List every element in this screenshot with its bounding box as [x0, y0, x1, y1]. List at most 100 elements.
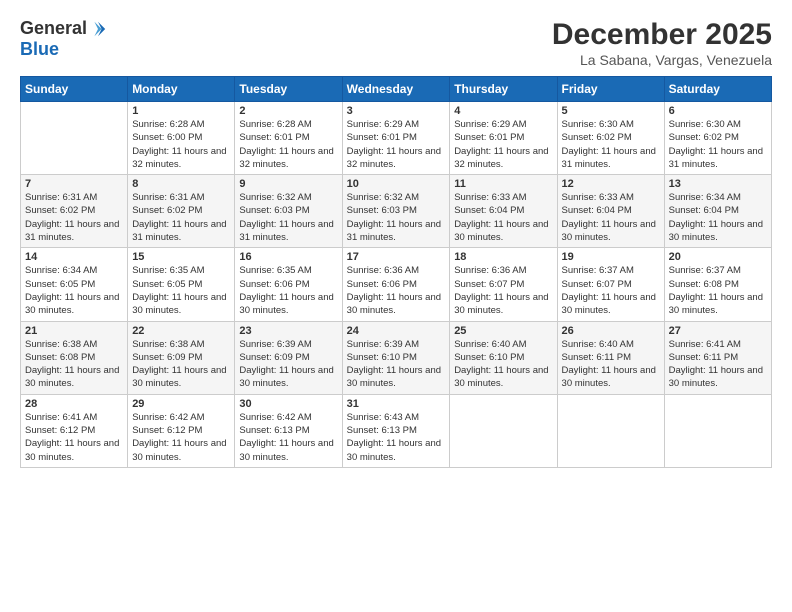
calendar-header-row: SundayMondayTuesdayWednesdayThursdayFrid…: [21, 77, 772, 102]
calendar-cell: [21, 102, 128, 175]
day-number: 4: [454, 105, 552, 117]
calendar-cell: 19Sunrise: 6:37 AM Sunset: 6:07 PM Dayli…: [557, 248, 664, 321]
day-info: Sunrise: 6:41 AM Sunset: 6:12 PM Dayligh…: [25, 411, 123, 464]
calendar-week-5: 28Sunrise: 6:41 AM Sunset: 6:12 PM Dayli…: [21, 394, 772, 467]
day-number: 16: [239, 251, 337, 263]
day-number: 14: [25, 251, 123, 263]
calendar-week-1: 1Sunrise: 6:28 AM Sunset: 6:00 PM Daylig…: [21, 102, 772, 175]
calendar-cell: [557, 394, 664, 467]
day-header-friday: Friday: [557, 77, 664, 102]
day-number: 13: [669, 178, 767, 190]
day-number: 6: [669, 105, 767, 117]
title-section: December 2025 La Sabana, Vargas, Venezue…: [552, 18, 772, 68]
calendar-cell: 14Sunrise: 6:34 AM Sunset: 6:05 PM Dayli…: [21, 248, 128, 321]
day-number: 1: [132, 105, 230, 117]
day-number: 2: [239, 105, 337, 117]
logo-icon: [89, 20, 107, 38]
calendar-cell: 25Sunrise: 6:40 AM Sunset: 6:10 PM Dayli…: [450, 321, 557, 394]
logo: General Blue: [20, 18, 107, 60]
day-number: 28: [25, 398, 123, 410]
calendar-cell: 9Sunrise: 6:32 AM Sunset: 6:03 PM Daylig…: [235, 175, 342, 248]
day-number: 5: [562, 105, 660, 117]
calendar-cell: 20Sunrise: 6:37 AM Sunset: 6:08 PM Dayli…: [664, 248, 771, 321]
calendar-cell: 12Sunrise: 6:33 AM Sunset: 6:04 PM Dayli…: [557, 175, 664, 248]
day-info: Sunrise: 6:36 AM Sunset: 6:06 PM Dayligh…: [347, 264, 446, 317]
calendar-cell: 28Sunrise: 6:41 AM Sunset: 6:12 PM Dayli…: [21, 394, 128, 467]
day-info: Sunrise: 6:37 AM Sunset: 6:07 PM Dayligh…: [562, 264, 660, 317]
day-info: Sunrise: 6:41 AM Sunset: 6:11 PM Dayligh…: [669, 338, 767, 391]
day-info: Sunrise: 6:40 AM Sunset: 6:11 PM Dayligh…: [562, 338, 660, 391]
calendar-cell: 7Sunrise: 6:31 AM Sunset: 6:02 PM Daylig…: [21, 175, 128, 248]
day-number: 15: [132, 251, 230, 263]
day-info: Sunrise: 6:34 AM Sunset: 6:04 PM Dayligh…: [669, 191, 767, 244]
day-info: Sunrise: 6:28 AM Sunset: 6:00 PM Dayligh…: [132, 118, 230, 171]
calendar-cell: 10Sunrise: 6:32 AM Sunset: 6:03 PM Dayli…: [342, 175, 450, 248]
calendar-cell: 26Sunrise: 6:40 AM Sunset: 6:11 PM Dayli…: [557, 321, 664, 394]
day-number: 22: [132, 325, 230, 337]
calendar-cell: 8Sunrise: 6:31 AM Sunset: 6:02 PM Daylig…: [128, 175, 235, 248]
day-number: 20: [669, 251, 767, 263]
day-info: Sunrise: 6:42 AM Sunset: 6:12 PM Dayligh…: [132, 411, 230, 464]
day-info: Sunrise: 6:37 AM Sunset: 6:08 PM Dayligh…: [669, 264, 767, 317]
calendar-cell: [450, 394, 557, 467]
day-info: Sunrise: 6:29 AM Sunset: 6:01 PM Dayligh…: [347, 118, 446, 171]
calendar-week-2: 7Sunrise: 6:31 AM Sunset: 6:02 PM Daylig…: [21, 175, 772, 248]
calendar-week-4: 21Sunrise: 6:38 AM Sunset: 6:08 PM Dayli…: [21, 321, 772, 394]
day-number: 24: [347, 325, 446, 337]
day-info: Sunrise: 6:32 AM Sunset: 6:03 PM Dayligh…: [239, 191, 337, 244]
calendar-cell: 6Sunrise: 6:30 AM Sunset: 6:02 PM Daylig…: [664, 102, 771, 175]
calendar-cell: 30Sunrise: 6:42 AM Sunset: 6:13 PM Dayli…: [235, 394, 342, 467]
day-header-monday: Monday: [128, 77, 235, 102]
day-header-saturday: Saturday: [664, 77, 771, 102]
calendar-cell: 21Sunrise: 6:38 AM Sunset: 6:08 PM Dayli…: [21, 321, 128, 394]
calendar-cell: 16Sunrise: 6:35 AM Sunset: 6:06 PM Dayli…: [235, 248, 342, 321]
calendar: SundayMondayTuesdayWednesdayThursdayFrid…: [20, 76, 772, 468]
calendar-cell: 1Sunrise: 6:28 AM Sunset: 6:00 PM Daylig…: [128, 102, 235, 175]
day-header-tuesday: Tuesday: [235, 77, 342, 102]
day-info: Sunrise: 6:29 AM Sunset: 6:01 PM Dayligh…: [454, 118, 552, 171]
day-number: 21: [25, 325, 123, 337]
subtitle: La Sabana, Vargas, Venezuela: [552, 52, 772, 68]
day-info: Sunrise: 6:32 AM Sunset: 6:03 PM Dayligh…: [347, 191, 446, 244]
calendar-cell: 4Sunrise: 6:29 AM Sunset: 6:01 PM Daylig…: [450, 102, 557, 175]
logo-blue-text: Blue: [20, 39, 59, 59]
day-number: 9: [239, 178, 337, 190]
calendar-week-3: 14Sunrise: 6:34 AM Sunset: 6:05 PM Dayli…: [21, 248, 772, 321]
day-number: 26: [562, 325, 660, 337]
calendar-cell: [664, 394, 771, 467]
day-info: Sunrise: 6:34 AM Sunset: 6:05 PM Dayligh…: [25, 264, 123, 317]
day-info: Sunrise: 6:30 AM Sunset: 6:02 PM Dayligh…: [669, 118, 767, 171]
day-info: Sunrise: 6:31 AM Sunset: 6:02 PM Dayligh…: [25, 191, 123, 244]
page: General Blue December 2025 La Sabana, Va…: [0, 0, 792, 612]
day-info: Sunrise: 6:39 AM Sunset: 6:09 PM Dayligh…: [239, 338, 337, 391]
day-info: Sunrise: 6:38 AM Sunset: 6:09 PM Dayligh…: [132, 338, 230, 391]
day-info: Sunrise: 6:31 AM Sunset: 6:02 PM Dayligh…: [132, 191, 230, 244]
day-number: 11: [454, 178, 552, 190]
day-number: 3: [347, 105, 446, 117]
day-info: Sunrise: 6:42 AM Sunset: 6:13 PM Dayligh…: [239, 411, 337, 464]
calendar-cell: 3Sunrise: 6:29 AM Sunset: 6:01 PM Daylig…: [342, 102, 450, 175]
calendar-cell: 11Sunrise: 6:33 AM Sunset: 6:04 PM Dayli…: [450, 175, 557, 248]
day-info: Sunrise: 6:38 AM Sunset: 6:08 PM Dayligh…: [25, 338, 123, 391]
day-number: 29: [132, 398, 230, 410]
calendar-cell: 18Sunrise: 6:36 AM Sunset: 6:07 PM Dayli…: [450, 248, 557, 321]
calendar-cell: 13Sunrise: 6:34 AM Sunset: 6:04 PM Dayli…: [664, 175, 771, 248]
day-info: Sunrise: 6:43 AM Sunset: 6:13 PM Dayligh…: [347, 411, 446, 464]
day-info: Sunrise: 6:39 AM Sunset: 6:10 PM Dayligh…: [347, 338, 446, 391]
day-number: 30: [239, 398, 337, 410]
day-info: Sunrise: 6:36 AM Sunset: 6:07 PM Dayligh…: [454, 264, 552, 317]
day-number: 8: [132, 178, 230, 190]
calendar-cell: 2Sunrise: 6:28 AM Sunset: 6:01 PM Daylig…: [235, 102, 342, 175]
day-header-thursday: Thursday: [450, 77, 557, 102]
calendar-cell: 5Sunrise: 6:30 AM Sunset: 6:02 PM Daylig…: [557, 102, 664, 175]
header: General Blue December 2025 La Sabana, Va…: [20, 18, 772, 68]
day-number: 27: [669, 325, 767, 337]
day-number: 17: [347, 251, 446, 263]
day-info: Sunrise: 6:30 AM Sunset: 6:02 PM Dayligh…: [562, 118, 660, 171]
day-number: 31: [347, 398, 446, 410]
day-info: Sunrise: 6:40 AM Sunset: 6:10 PM Dayligh…: [454, 338, 552, 391]
calendar-cell: 29Sunrise: 6:42 AM Sunset: 6:12 PM Dayli…: [128, 394, 235, 467]
day-header-wednesday: Wednesday: [342, 77, 450, 102]
calendar-cell: 23Sunrise: 6:39 AM Sunset: 6:09 PM Dayli…: [235, 321, 342, 394]
calendar-cell: 22Sunrise: 6:38 AM Sunset: 6:09 PM Dayli…: [128, 321, 235, 394]
